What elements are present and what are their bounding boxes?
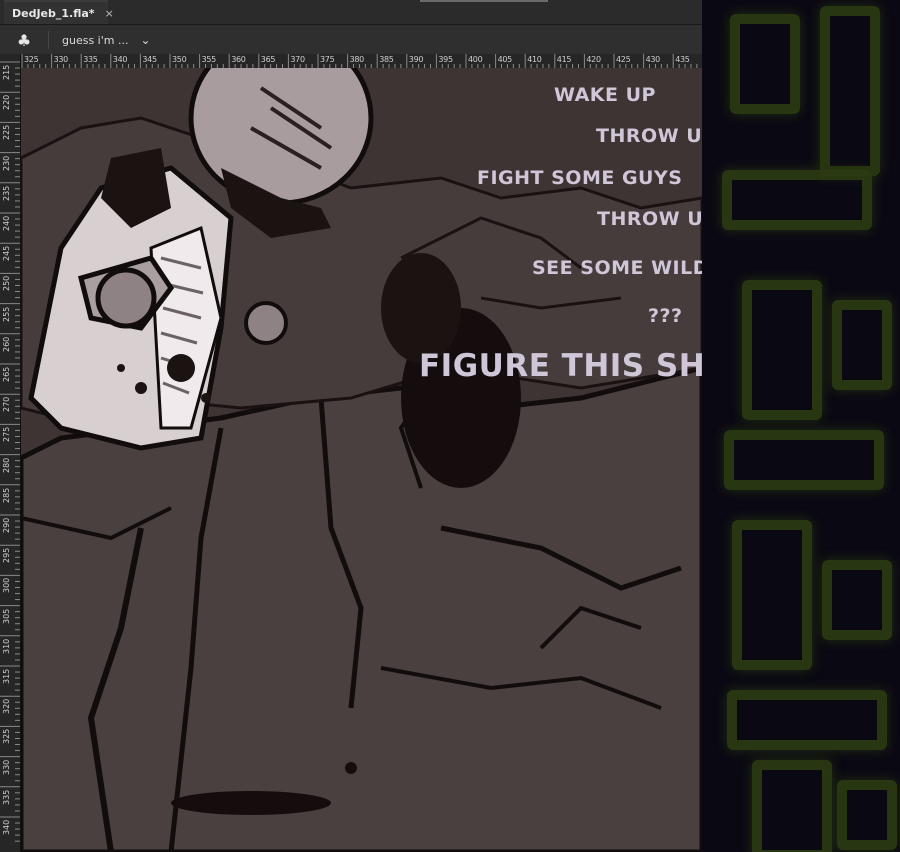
divider [48,31,49,49]
ruler-label: 310 [2,638,11,654]
ruler-label: 400 [468,55,483,64]
ruler-label: 285 [2,487,11,503]
ruler-label: 410 [527,55,542,64]
chevron-down-icon: ⌄ [140,33,151,47]
ruler-label: 290 [2,517,11,533]
document-tab-bar: DedJeb_1.fla* × [0,0,702,25]
ruler-label: 435 [675,55,690,64]
ruler-label: 370 [290,55,305,64]
glow-glyph [730,14,800,114]
ruler-label: 380 [349,55,365,64]
glow-glyph [832,300,892,390]
glow-glyph [727,690,887,750]
ruler-label: 395 [438,55,453,64]
ruler-label: 360 [231,55,246,64]
ruler-label: 325 [24,55,39,64]
glow-glyph [822,560,892,640]
ruler-label: 230 [2,155,11,171]
ruler-label: 225 [2,125,11,141]
ruler-label: 280 [2,457,11,473]
story-line-figure-out: FIGURE THIS SHIT OUT [419,348,702,384]
document-tab-title: DedJeb_1.fla* [12,6,95,20]
ruler-label: 245 [2,245,11,262]
ruler-label: 345 [142,55,157,64]
glow-glyph [742,280,822,420]
ruler-label: 365 [260,55,276,64]
story-line-wild: SEE SOME WILD SHIT [532,257,702,279]
edit-bar: ♣ guess i'm ... ⌄ [0,25,702,54]
story-line-questions: ??? [648,305,683,327]
ruler-label: 270 [2,396,11,413]
story-line-wake-up: WAKE UP [554,84,656,106]
story-line-fight: FIGHT SOME GUYS [477,167,683,189]
ruler-label: 260 [2,336,11,352]
ruler-label: 330 [53,55,69,64]
ruler-label: 275 [2,427,11,443]
ruler-label: 215 [2,64,11,80]
ruler-label: 355 [201,55,217,64]
horizontal-ruler[interactable]: 325 330 335 340 345 350 355 360 365 370 375 380 385 3… [20,54,702,69]
ruler-label: 375 [320,55,335,64]
ruler-label: 255 [2,306,11,322]
ruler-label: 390 [408,55,424,64]
ruler-label: 420 [586,55,601,64]
ruler-label: 295 [2,547,11,564]
scene-icon[interactable]: ♣ [10,28,38,52]
close-icon[interactable]: × [105,7,114,20]
ruler-label: 300 [2,578,11,594]
ruler-label: 385 [379,55,394,64]
ruler-label: 235 [2,185,11,201]
side-panel [702,0,900,852]
ruler-label: 430 [645,55,661,64]
stage-canvas[interactable]: WAKE UP THROW UP FIGHT SOME GUYS THROW U… [21,68,702,852]
ruler-label: 405 [497,55,513,64]
ruler-label: 340 [2,819,11,835]
glow-glyph [724,430,884,490]
ruler-label: 415 [556,55,572,64]
ruler-label: 325 [2,729,11,745]
ruler-label: 330 [2,759,11,775]
glow-glyph [752,760,832,852]
ruler-label: 305 [2,608,11,624]
story-line-throw-up: THROW UP [596,125,702,147]
scene-dropdown[interactable]: guess i'm ... ⌄ [56,29,157,51]
ruler-label: 315 [2,668,11,684]
ruler-label: 320 [2,698,11,715]
glow-glyph [820,6,880,176]
glow-glyph [732,520,812,670]
document-tab[interactable]: DedJeb_1.fla* × [4,0,114,24]
ruler-label: 220 [2,94,11,111]
vertical-ruler[interactable]: 215 220 225 230 235 240 245 250 255 260 265 270 275 2… [0,54,21,852]
ruler-label: 250 [2,276,11,292]
ruler-label: 335 [2,789,11,805]
tab-indicator-line [420,0,548,2]
ruler-label: 335 [83,55,98,64]
ruler-label: 265 [2,366,11,382]
ruler-label: 340 [112,55,128,64]
scene-name: guess i'm ... [62,33,129,47]
ruler-label: 350 [172,55,187,64]
ruler-label: 240 [2,215,11,231]
ruler-label: 425 [616,55,631,64]
story-line-throw-up-more: THROW UP SOME MORE [597,208,702,230]
glow-glyph [837,780,897,850]
glow-glyph [722,170,872,230]
